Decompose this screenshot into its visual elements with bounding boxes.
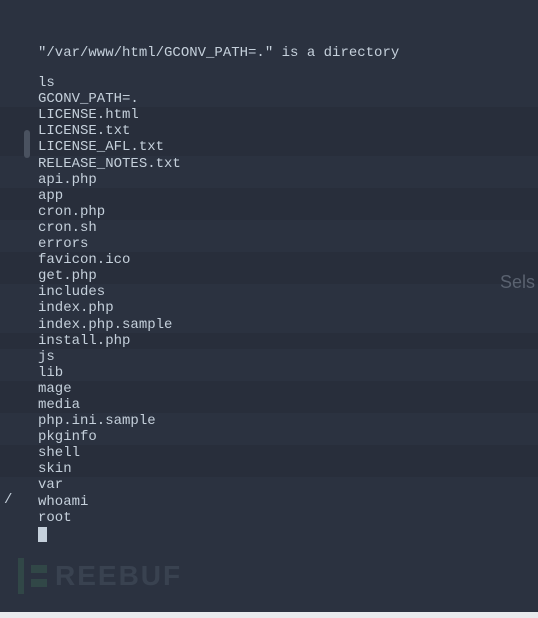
ls-output-item: get.php [0, 268, 538, 284]
ls-output-item: RELEASE_NOTES.txt [38, 156, 538, 172]
ls-output-item: lib [38, 365, 538, 381]
ls-output-item: pkginfo [38, 429, 538, 445]
right-partial-text: Sels [500, 272, 538, 293]
ls-output-item: includes [38, 284, 538, 300]
cursor-icon [38, 527, 47, 542]
watermark-bars-icon [31, 565, 47, 587]
ls-output-item: install.php [0, 333, 538, 349]
ls-output-item: errors [38, 236, 538, 252]
ls-output-item: favicon.ico [0, 252, 538, 268]
ls-output-item: GCONV_PATH=. [38, 91, 538, 107]
ls-output-item: mage [0, 381, 538, 397]
terminal-result: root [38, 510, 538, 526]
ls-output-item: index.php [38, 300, 538, 316]
ls-output-item: cron.sh [38, 220, 538, 236]
watermark-text: REEBUF [55, 560, 182, 592]
bottom-bar [0, 612, 538, 618]
watermark-bar-icon [18, 558, 24, 594]
ls-output-item: shell [0, 445, 538, 461]
ls-output-item: api.php [38, 172, 538, 188]
ls-output-item: index.php.sample [38, 317, 538, 333]
terminal-command: ls [38, 75, 538, 91]
left-slash-indicator: / [4, 492, 12, 508]
terminal-command: whoami [38, 494, 538, 510]
ls-output-item: LICENSE.html [0, 107, 538, 123]
ls-output-item: var [38, 477, 538, 493]
ls-output-item: cron.php [0, 204, 538, 220]
ls-output-item: LICENSE_AFL.txt [0, 139, 538, 155]
terminal-prompt-line[interactable] [38, 526, 538, 542]
ls-output-item: app [0, 188, 538, 204]
watermark: REEBUF [18, 558, 182, 594]
ls-output-item: media [0, 397, 538, 413]
scrollbar-thumb[interactable] [24, 130, 30, 158]
terminal-message: "/var/www/html/GCONV_PATH=." is a direct… [38, 45, 538, 61]
ls-output-item: skin [0, 461, 538, 477]
terminal-output: "/var/www/html/GCONV_PATH=." is a direct… [0, 0, 538, 542]
ls-output-item: js [38, 349, 538, 365]
ls-output-item: php.ini.sample [38, 413, 538, 429]
ls-output-item: LICENSE.txt [0, 123, 538, 139]
